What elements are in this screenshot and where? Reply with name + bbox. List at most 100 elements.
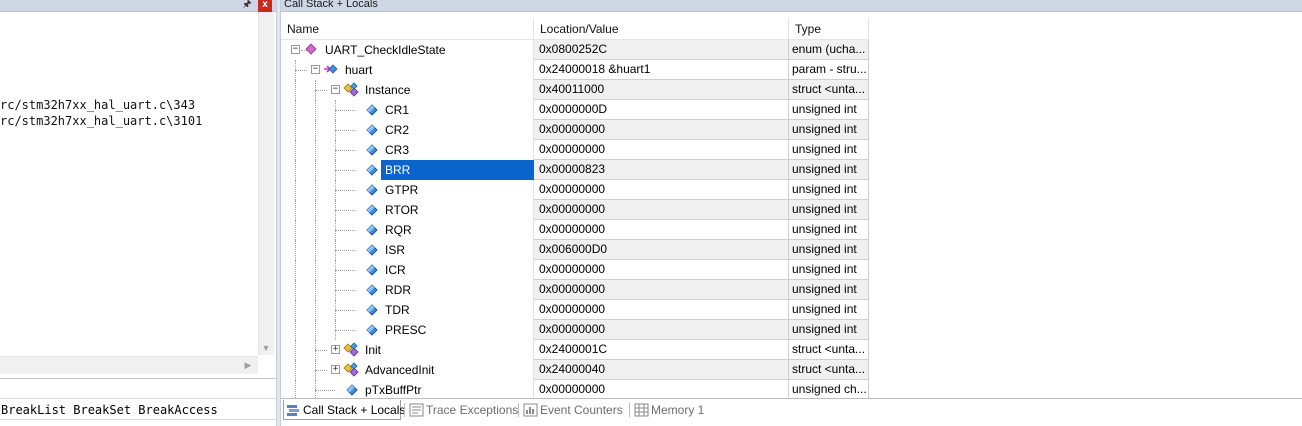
close-icon[interactable]: x (258, 0, 272, 12)
tree-row[interactable]: ICR 0x00000000 unsigned int (281, 260, 869, 280)
value-cell[interactable]: 0x00000000 (534, 260, 789, 280)
tab-trace-exceptions[interactable]: Trace Exceptions (407, 400, 519, 420)
tree-row[interactable]: ISR 0x006000D0 unsigned int (281, 240, 869, 260)
column-header-location[interactable]: Location/Value (534, 18, 789, 40)
value-cell[interactable]: 0x00000000 (534, 220, 789, 240)
value-cell[interactable]: 0x00000000 (534, 120, 789, 140)
horizontal-scrollbar[interactable] (0, 356, 258, 374)
value-cell[interactable]: 0x24000018 &huart1 (534, 60, 789, 80)
value-cell[interactable]: 0x00000000 (534, 180, 789, 200)
name-cell[interactable]: BRR (281, 160, 534, 180)
variable-name[interactable]: ISR (381, 240, 409, 260)
name-cell[interactable]: + Init (281, 340, 534, 360)
name-cell[interactable]: − Instance (281, 80, 534, 100)
tab-event-counters[interactable]: Event Counters (521, 400, 627, 420)
tree-guide (295, 180, 296, 200)
value-cell[interactable]: 0x00000000 (534, 200, 789, 220)
value-cell[interactable]: 0x0800252C (534, 40, 789, 60)
variable-name[interactable]: RDR (381, 280, 415, 300)
variable-name[interactable]: Init (361, 340, 385, 360)
tree-row[interactable]: RDR 0x00000000 unsigned int (281, 280, 869, 300)
tab-memory-1[interactable]: Memory 1 (632, 400, 712, 420)
expand-icon[interactable]: + (331, 365, 340, 374)
variable-name[interactable]: Instance (361, 80, 414, 100)
tree-row[interactable]: RTOR 0x00000000 unsigned int (281, 200, 869, 220)
value-cell[interactable]: 0x00000000 (534, 380, 789, 398)
variable-name[interactable]: AdvancedInit (361, 360, 438, 380)
tree-row[interactable]: CR1 0x0000000D unsigned int (281, 100, 869, 120)
tree-guide (335, 180, 336, 200)
tree-row[interactable]: PRESC 0x00000000 unsigned int (281, 320, 869, 340)
value-cell[interactable]: 0x40011000 (534, 80, 789, 100)
variable-name[interactable]: pTxBuffPtr (361, 380, 425, 398)
name-cell[interactable]: − UART_CheckIdleState (281, 40, 534, 60)
tab-label: Trace Exceptions (426, 403, 519, 417)
name-cell[interactable]: GTPR (281, 180, 534, 200)
variable-name[interactable]: huart (341, 60, 376, 80)
tree-row[interactable]: − UART_CheckIdleState 0x0800252C enum (ucha… (281, 40, 869, 60)
variable-name[interactable]: CR3 (381, 140, 413, 160)
value-cell[interactable]: 0x24000040 (534, 360, 789, 380)
tree-guide (315, 160, 316, 180)
name-cell[interactable]: CR1 (281, 100, 534, 120)
name-cell[interactable]: − huart (281, 60, 534, 80)
name-cell[interactable]: + AdvancedInit (281, 360, 534, 380)
variable-name[interactable]: BRR (381, 160, 534, 180)
tree-row[interactable]: GTPR 0x00000000 unsigned int (281, 180, 869, 200)
variable-name[interactable]: TDR (381, 300, 414, 320)
name-cell[interactable]: CR3 (281, 140, 534, 160)
tree-row[interactable]: pTxBuffPtr 0x00000000 unsigned ch... (281, 380, 869, 398)
value-cell[interactable]: 0x00000823 (534, 160, 789, 180)
tree-row[interactable]: BRR 0x00000823 unsigned int (281, 160, 869, 180)
value-cell[interactable]: 0x00000000 (534, 320, 789, 340)
pin-icon[interactable]: 🖈 (239, 0, 255, 12)
value-cell[interactable]: 0x006000D0 (534, 240, 789, 260)
tab-call-stack-locals[interactable]: Call Stack + Locals (283, 400, 405, 420)
name-cell[interactable]: TDR (281, 300, 534, 320)
name-cell[interactable]: RTOR (281, 200, 534, 220)
name-cell[interactable]: RQR (281, 220, 534, 240)
right-pane-titlebar: Call Stack + Locals (281, 0, 1302, 12)
tree-row[interactable]: − huart 0x24000018 &huart1 param - stru... (281, 60, 869, 80)
column-header-name[interactable]: Name (281, 18, 534, 40)
variable-name[interactable]: PRESC (381, 320, 430, 340)
name-cell[interactable]: PRESC (281, 320, 534, 340)
vertical-scrollbar[interactable] (258, 12, 274, 355)
collapse-icon[interactable]: − (311, 65, 320, 74)
value-cell[interactable]: 0x00000000 (534, 280, 789, 300)
tree-row[interactable]: CR3 0x00000000 unsigned int (281, 140, 869, 160)
variable-name[interactable]: ICR (381, 260, 410, 280)
tree-row[interactable]: TDR 0x00000000 unsigned int (281, 300, 869, 320)
tree-guide (315, 200, 316, 220)
expand-icon[interactable]: + (331, 345, 340, 354)
left-pane-titlebar (0, 0, 276, 12)
tree-connector (335, 290, 355, 291)
name-cell[interactable]: pTxBuffPtr (281, 380, 534, 398)
scroll-right-arrow-icon[interactable]: ▶ (240, 356, 256, 374)
tree-row[interactable]: + AdvancedInit 0x24000040 struct <unta... (281, 360, 869, 380)
collapse-icon[interactable]: − (331, 85, 340, 94)
tree-row[interactable]: + Init 0x2400001C struct <unta... (281, 340, 869, 360)
name-cell[interactable]: CR2 (281, 120, 534, 140)
name-cell[interactable]: ISR (281, 240, 534, 260)
tree-row[interactable]: RQR 0x00000000 unsigned int (281, 220, 869, 240)
name-cell[interactable]: RDR (281, 280, 534, 300)
memory-icon (634, 403, 649, 417)
variable-name[interactable]: CR2 (381, 120, 413, 140)
variable-name[interactable]: RQR (381, 220, 416, 240)
value-cell[interactable]: 0x00000000 (534, 300, 789, 320)
column-header-type[interactable]: Type (789, 18, 869, 40)
value-cell[interactable]: 0x00000000 (534, 140, 789, 160)
collapse-icon[interactable]: − (291, 45, 300, 54)
value-cell[interactable]: 0x2400001C (534, 340, 789, 360)
scroll-down-arrow-icon[interactable]: ▼ (258, 340, 274, 356)
variable-name[interactable]: UART_CheckIdleState (321, 40, 450, 60)
tree-row[interactable]: CR2 0x00000000 unsigned int (281, 120, 869, 140)
name-cell[interactable]: ICR (281, 260, 534, 280)
type-cell: unsigned int (789, 160, 869, 180)
variable-name[interactable]: RTOR (381, 200, 423, 220)
variable-name[interactable]: GTPR (381, 180, 422, 200)
tree-row[interactable]: − Instance 0x40011000 struct <unta... (281, 80, 869, 100)
value-cell[interactable]: 0x0000000D (534, 100, 789, 120)
variable-name[interactable]: CR1 (381, 100, 413, 120)
